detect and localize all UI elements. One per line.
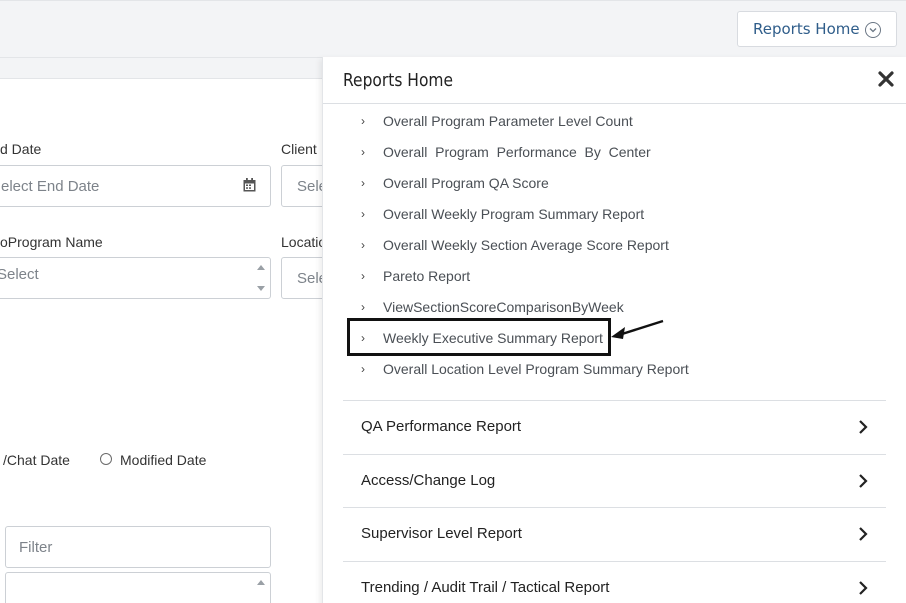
radio-chat-date-label: /Chat Date <box>3 452 70 468</box>
report-link-label: Overall Program QA Score <box>383 175 549 191</box>
scroll-up-icon[interactable] <box>257 265 265 270</box>
end-date-label: d Date <box>0 141 42 157</box>
section-label: QA Performance Report <box>361 418 522 435</box>
report-link-label: Weekly Executive Summary Report <box>383 330 603 346</box>
program-name-placeholder: Select <box>0 266 39 283</box>
chevron-right-icon: › <box>361 176 365 190</box>
annotation-arrow-icon <box>611 319 664 339</box>
report-link-label: Overall Program Parameter Level Count <box>383 113 633 129</box>
radio-modified-date[interactable] <box>100 453 112 465</box>
chevron-right-icon: › <box>361 238 365 252</box>
panel-title: Reports Home <box>343 70 454 91</box>
calendar-icon[interactable] <box>243 178 256 196</box>
chevron-right-icon: › <box>361 145 365 159</box>
reports-home-button[interactable]: Reports Home <box>737 11 897 47</box>
chevron-right-icon: › <box>361 114 365 128</box>
report-link-weekly-section-average[interactable]: › Overall Weekly Section Average Score R… <box>361 235 669 255</box>
report-link-label: ViewSectionScoreComparisonByWeek <box>383 299 624 315</box>
scroll-down-icon[interactable] <box>257 286 265 291</box>
report-link-pareto[interactable]: › Pareto Report <box>361 266 470 286</box>
close-icon[interactable] <box>878 71 894 87</box>
divider <box>343 454 886 455</box>
report-filter-form: d Date elect End Date Client Sele oProgr… <box>0 78 341 603</box>
chevron-right-icon <box>859 474 868 488</box>
report-link-label: Overall Weekly Section Average Score Rep… <box>383 237 669 253</box>
reports-home-panel: Reports Home › Overall Program Parameter… <box>322 57 906 603</box>
report-link-weekly-program-summary[interactable]: › Overall Weekly Program Summary Report <box>361 204 644 224</box>
program-name-listbox[interactable]: Select <box>0 257 271 299</box>
reports-home-label: Reports Home <box>753 20 860 38</box>
report-link-label: Pareto Report <box>383 268 471 284</box>
chevron-right-icon <box>859 581 868 595</box>
panel-header: Reports Home <box>323 57 906 104</box>
section-label: Trending / Audit Trail / Tactical Report <box>361 579 610 596</box>
divider <box>343 400 886 401</box>
divider <box>343 507 886 508</box>
client-label: Client <box>281 141 317 157</box>
scroll-up-icon[interactable] <box>257 580 265 585</box>
report-link-label: Overall Location Level Program Summary R… <box>383 361 689 377</box>
filtered-listbox[interactable] <box>5 572 271 603</box>
filter-input[interactable]: Filter <box>5 526 271 568</box>
report-link-section-score-comparison[interactable]: › ViewSectionScoreComparisonByWeek <box>361 297 624 317</box>
chevron-right-icon: › <box>361 269 365 283</box>
divider <box>343 561 886 562</box>
program-name-label: oProgram Name <box>0 234 103 250</box>
chevron-right-icon: › <box>361 207 365 221</box>
filter-placeholder: Filter <box>19 538 53 556</box>
section-label: Access/Change Log <box>361 472 496 489</box>
end-date-placeholder: elect End Date <box>1 177 100 195</box>
report-link-parameter-level-count[interactable]: › Overall Program Parameter Level Count <box>361 111 633 131</box>
radio-modified-date-label: Modified Date <box>120 452 207 468</box>
report-link-performance-by-center[interactable]: › Overall Program Performance By Center <box>361 142 651 162</box>
chevron-right-icon: › <box>361 331 365 345</box>
section-label: Supervisor Level Report <box>361 525 522 542</box>
chevron-down-icon <box>865 22 881 38</box>
end-date-input[interactable]: elect End Date <box>0 165 271 207</box>
chevron-right-icon <box>859 420 868 434</box>
chevron-right-icon <box>859 527 868 541</box>
chevron-right-icon: › <box>361 300 365 314</box>
report-link-weekly-executive-summary[interactable]: › Weekly Executive Summary Report <box>361 328 603 348</box>
chevron-right-icon: › <box>361 362 365 376</box>
report-link-location-level-summary[interactable]: › Overall Location Level Program Summary… <box>361 359 689 379</box>
location-label: Locatio <box>281 234 327 250</box>
report-link-label: Overall Program Performance By Center <box>383 144 651 160</box>
top-bar: Reports Home <box>0 0 906 58</box>
report-link-label: Overall Weekly Program Summary Report <box>383 206 645 222</box>
report-link-qa-score[interactable]: › Overall Program QA Score <box>361 173 549 193</box>
